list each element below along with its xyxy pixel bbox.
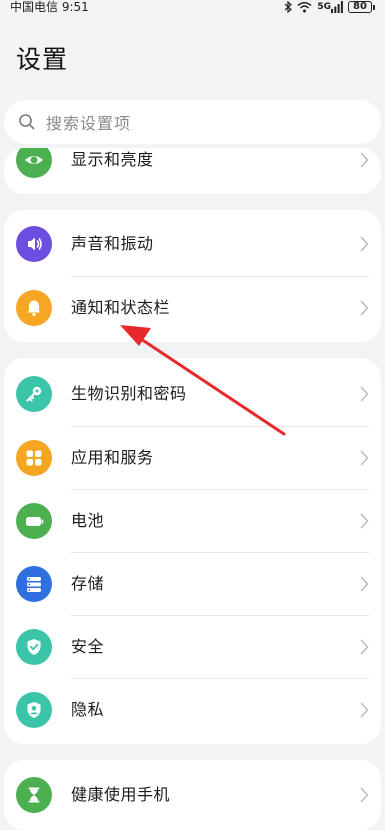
display-brightness-icon [16, 148, 52, 178]
hourglass-icon [16, 777, 52, 813]
settings-group-sound-notify: 声音和振动 通知和状态栏 [4, 210, 381, 342]
settings-item-label: 电池 [71, 511, 105, 530]
key-icon [16, 376, 52, 412]
chevron-right-icon [360, 513, 369, 529]
settings-item-security[interactable]: 安全 [4, 615, 381, 679]
chevron-right-icon [360, 576, 369, 592]
carrier-time: 中国电信 9:51 [10, 0, 89, 14]
wifi-icon [297, 1, 312, 13]
settings-item-label: 生物识别和密码 [71, 384, 187, 403]
settings-item-biometrics-password[interactable]: 生物识别和密码 [4, 362, 381, 426]
shield-check-icon [16, 629, 52, 665]
network-type-label: 5G [317, 1, 331, 12]
page-title: 设置 [16, 45, 69, 74]
settings-group-main: 生物识别和密码 应用和服务 电池 存储 安全 隐私 [4, 358, 381, 744]
chevron-right-icon [360, 300, 369, 316]
chevron-right-icon [360, 450, 369, 466]
chevron-right-icon [360, 787, 369, 803]
status-bar: 中国电信 9:51 5G 80 [0, 0, 385, 18]
battery-indicator: 80 [348, 1, 372, 13]
speaker-icon [16, 226, 52, 262]
settings-item-notifications-status-bar[interactable]: 通知和状态栏 [4, 276, 381, 340]
chevron-right-icon [360, 702, 369, 718]
settings-item-apps-services[interactable]: 应用和服务 [4, 426, 381, 490]
settings-item-label: 存储 [71, 574, 105, 593]
search-icon [19, 114, 35, 130]
privacy-person-icon [16, 692, 52, 728]
settings-item-storage[interactable]: 存储 [4, 552, 381, 616]
settings-item-sound-vibration[interactable]: 声音和振动 [4, 212, 381, 276]
settings-item-label: 应用和服务 [71, 448, 154, 467]
apps-grid-icon [16, 440, 52, 476]
settings-item-display-brightness[interactable]: 显示和亮度 [4, 148, 381, 192]
settings-group-health: 健康使用手机 [4, 760, 381, 830]
search-input[interactable]: 搜索设置项 [4, 100, 381, 144]
chevron-right-icon [360, 236, 369, 252]
status-icons: 5G 80 [284, 0, 375, 14]
settings-item-label: 安全 [71, 637, 105, 656]
signal-icon: 5G [317, 1, 343, 13]
bell-icon [16, 290, 52, 326]
chevron-right-icon [360, 386, 369, 402]
settings-item-label: 通知和状态栏 [71, 298, 171, 317]
settings-item-label: 声音和振动 [71, 234, 154, 253]
storage-icon [16, 566, 52, 602]
settings-item-label: 隐私 [71, 700, 105, 719]
chevron-right-icon [360, 152, 369, 168]
settings-item-battery[interactable]: 电池 [4, 489, 381, 553]
settings-group-display: 显示和亮度 [4, 148, 381, 194]
battery-icon [16, 503, 52, 539]
bluetooth-icon [284, 1, 293, 13]
settings-item-privacy[interactable]: 隐私 [4, 678, 381, 742]
chevron-right-icon [360, 639, 369, 655]
settings-item-label: 健康使用手机 [71, 785, 171, 804]
settings-item-healthy-phone-use[interactable]: 健康使用手机 [4, 763, 381, 827]
settings-item-label: 显示和亮度 [71, 150, 154, 169]
battery-tip [373, 4, 375, 10]
search-placeholder: 搜索设置项 [46, 114, 132, 133]
